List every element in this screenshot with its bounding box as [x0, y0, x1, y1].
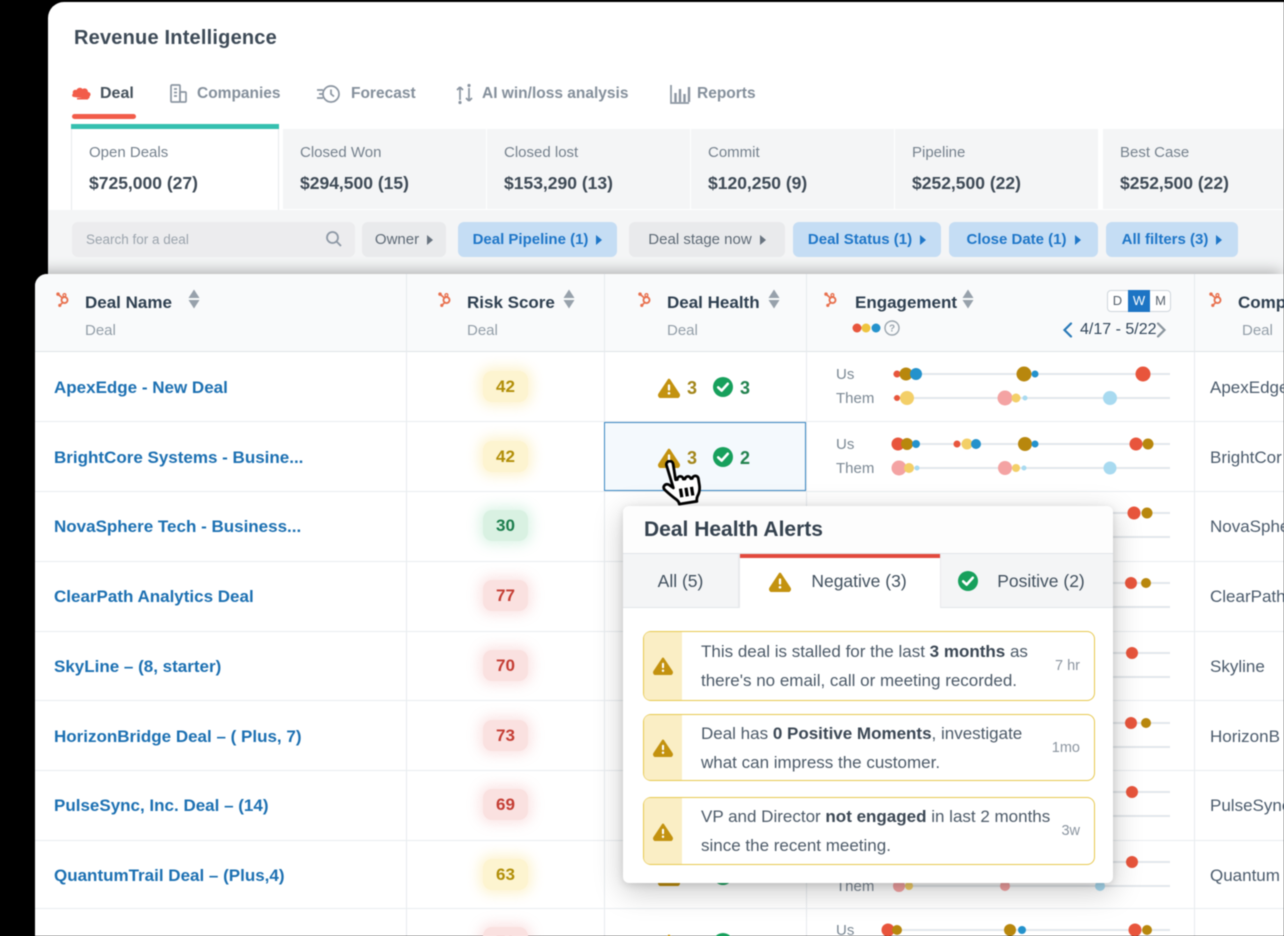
svg-text:?: ?: [889, 324, 895, 335]
